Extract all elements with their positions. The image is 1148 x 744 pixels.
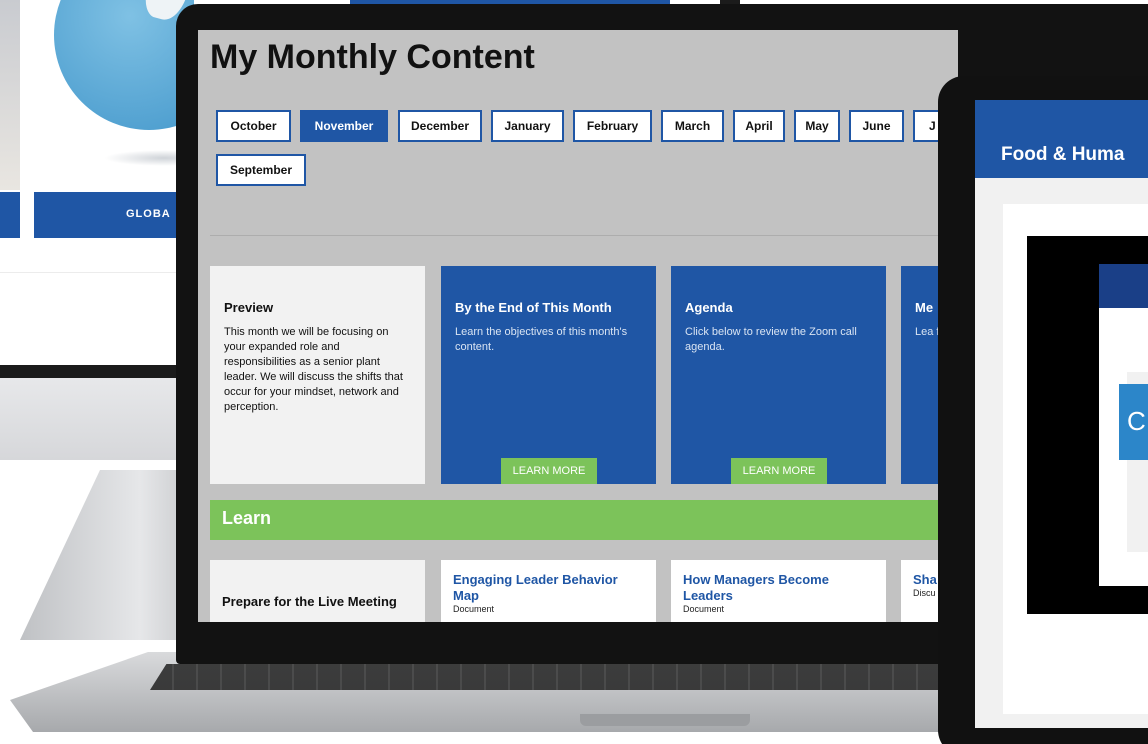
learn-more-button[interactable]: LEARN MORE xyxy=(731,458,827,484)
card-title: By the End of This Month xyxy=(455,300,612,315)
card-body: This month we will be focusing on your e… xyxy=(224,326,403,413)
tab-march[interactable]: March xyxy=(661,110,724,142)
prepare-label: Prepare for the Live Meeting xyxy=(222,594,397,609)
laptop-screen: My Monthly Content October November Dece… xyxy=(198,30,958,622)
globe-image xyxy=(54,0,194,130)
preview-card: Preview This month we will be focusing o… xyxy=(210,266,425,484)
divider xyxy=(210,235,958,236)
laptop-keyboard xyxy=(150,664,970,690)
resource-title-link[interactable]: How Managers Become Leaders xyxy=(683,572,874,604)
learn-more-button[interactable]: LEARN MORE xyxy=(501,458,597,484)
tab-december[interactable]: December xyxy=(398,110,482,142)
globe-banner[interactable]: GLOBA xyxy=(34,192,194,238)
tab-june[interactable]: June xyxy=(849,110,904,142)
tablet-header-title: Food & Huma xyxy=(975,100,1148,178)
slide-badge: C xyxy=(1119,384,1148,460)
tab-february[interactable]: February xyxy=(573,110,652,142)
resource-card[interactable]: How Managers Become Leaders Document xyxy=(671,560,886,622)
agenda-card: Agenda Click below to review the Zoom ca… xyxy=(671,266,886,484)
learn-section-header: Learn xyxy=(210,500,958,540)
card-banner-left xyxy=(0,192,20,238)
card-body: Learn the objectives of this month's con… xyxy=(455,326,628,353)
resource-type: Document xyxy=(453,604,495,614)
tab-september[interactable]: September xyxy=(216,154,306,186)
tab-november[interactable]: November xyxy=(300,110,388,142)
slide-header xyxy=(1099,264,1148,308)
resource-type: Document xyxy=(683,604,725,614)
page-title: My Monthly Content xyxy=(210,38,535,76)
globe-card xyxy=(34,0,194,190)
card-body: Click below to review the Zoom call agen… xyxy=(685,326,857,353)
resource-card[interactable]: Engaging Leader Behavior Map Document xyxy=(441,560,656,622)
video-slide: C xyxy=(1099,264,1148,586)
resource-title-link[interactable]: Engaging Leader Behavior Map xyxy=(453,572,644,604)
tab-october[interactable]: October xyxy=(216,110,291,142)
tab-may[interactable]: May xyxy=(794,110,840,142)
end-of-month-card: By the End of This Month Learn the objec… xyxy=(441,266,656,484)
device-mockup-scene: GLOBA My Monthly Content October Novembe… xyxy=(0,0,1148,744)
card-title: Preview xyxy=(224,300,274,315)
card-title: Agenda xyxy=(685,300,733,315)
person-photo xyxy=(0,0,20,190)
tab-april[interactable]: April xyxy=(733,110,785,142)
laptop-notch xyxy=(580,714,750,726)
prepare-card: Prepare for the Live Meeting xyxy=(210,560,425,622)
tab-january[interactable]: January xyxy=(491,110,564,142)
